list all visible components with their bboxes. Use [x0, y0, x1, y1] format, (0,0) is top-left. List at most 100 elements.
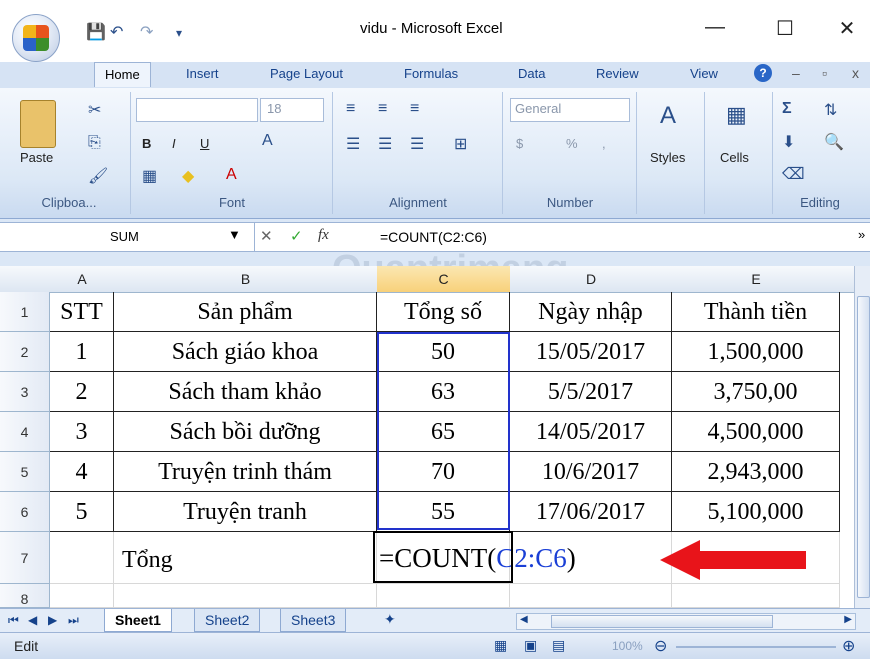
underline-button[interactable]: U: [200, 136, 209, 151]
prev-sheet-icon[interactable]: ◀: [28, 613, 37, 627]
row-header-2[interactable]: 2: [0, 332, 50, 372]
select-all-corner[interactable]: [0, 266, 51, 293]
cell-b7[interactable]: Tổng: [114, 532, 377, 584]
cell-d3[interactable]: 5/5/2017: [510, 372, 672, 412]
cut-icon[interactable]: ✂: [88, 100, 101, 120]
sheet-tab-sheet3[interactable]: Sheet3: [280, 609, 347, 632]
row-header-6[interactable]: 6: [0, 492, 50, 532]
row-header-5[interactable]: 5: [0, 452, 50, 492]
cell-c5[interactable]: 70: [377, 452, 510, 492]
cell-d6[interactable]: 17/06/2017: [510, 492, 672, 532]
tab-review[interactable]: Review: [596, 66, 639, 81]
cell-c6[interactable]: 55: [377, 492, 510, 532]
ribbon-minimize-icon[interactable]: –: [792, 65, 800, 81]
cell-a4[interactable]: 3: [50, 412, 114, 452]
tab-formulas[interactable]: Formulas: [404, 66, 458, 81]
align-center-icon[interactable]: ☰: [378, 134, 392, 154]
percent-button[interactable]: %: [566, 136, 578, 151]
normal-view-icon[interactable]: ▦: [494, 637, 507, 654]
cell-e3[interactable]: 3,750,00: [672, 372, 840, 412]
styles-icon[interactable]: A: [660, 102, 676, 130]
font-size-box[interactable]: 18: [260, 98, 324, 122]
styles-button[interactable]: Styles: [650, 150, 685, 165]
clear-icon[interactable]: ⌫: [782, 164, 805, 184]
tab-home[interactable]: Home: [94, 62, 151, 87]
customize-toolbar-icon[interactable]: ▾: [176, 26, 182, 40]
cell-b3[interactable]: Sách tham khảo: [114, 372, 377, 412]
first-sheet-icon[interactable]: ⏮: [8, 613, 19, 628]
cells-button[interactable]: Cells: [720, 150, 749, 165]
cell-a3[interactable]: 2: [50, 372, 114, 412]
column-header-d[interactable]: D: [510, 266, 673, 293]
cell-b2[interactable]: Sách giáo khoa: [114, 332, 377, 372]
tab-data[interactable]: Data: [518, 66, 545, 81]
column-header-e[interactable]: E: [672, 266, 841, 293]
insert-sheet-icon[interactable]: ✦: [384, 611, 396, 628]
cell-c2[interactable]: 50: [377, 332, 510, 372]
tab-view[interactable]: View: [690, 66, 718, 81]
ribbon-restore-icon[interactable]: ▫: [822, 65, 827, 81]
paste-icon[interactable]: [20, 100, 56, 148]
number-format-box[interactable]: General: [510, 98, 630, 122]
cell-e8[interactable]: [672, 584, 840, 608]
cell-c3[interactable]: 63: [377, 372, 510, 412]
font-name-box[interactable]: [136, 98, 258, 122]
save-icon[interactable]: 💾: [86, 22, 106, 42]
row-header-1[interactable]: 1: [0, 292, 50, 332]
cancel-icon[interactable]: ✕: [260, 227, 273, 245]
minimize-button[interactable]: —: [700, 16, 730, 39]
fill-icon[interactable]: ⬇: [782, 132, 795, 152]
cell-a1[interactable]: STT: [50, 292, 114, 332]
cell-b8[interactable]: [114, 584, 377, 608]
maximize-button[interactable]: ☐: [770, 16, 800, 41]
scroll-left-icon[interactable]: ◀: [520, 614, 528, 625]
cell-a8[interactable]: [50, 584, 114, 608]
cell-c7[interactable]: =COUNT(C2:C6): [377, 532, 576, 584]
align-top-icon[interactable]: ≡: [346, 100, 355, 118]
cell-e6[interactable]: 5,100,000: [672, 492, 840, 532]
cell-c8[interactable]: [377, 584, 510, 608]
sheet-tab-sheet1[interactable]: Sheet1: [104, 609, 172, 632]
currency-button[interactable]: $: [516, 136, 523, 151]
cell-d1[interactable]: Ngày nhập: [510, 292, 672, 332]
name-box-dropdown-icon[interactable]: ▼: [228, 227, 241, 242]
autosum-icon[interactable]: Σ: [782, 100, 792, 118]
align-bottom-icon[interactable]: ≡: [410, 100, 419, 118]
zoom-out-icon[interactable]: ⊖: [654, 636, 667, 656]
page-layout-view-icon[interactable]: ▣: [524, 637, 537, 654]
enter-icon[interactable]: ✓: [290, 227, 303, 245]
align-left-icon[interactable]: ☰: [346, 134, 360, 154]
find-select-icon[interactable]: 🔍: [824, 132, 844, 152]
cell-b4[interactable]: Sách bồi dưỡng: [114, 412, 377, 452]
cell-b1[interactable]: Sản phẩm: [114, 292, 377, 332]
scroll-right-icon[interactable]: ▶: [844, 614, 852, 625]
cell-d4[interactable]: 14/05/2017: [510, 412, 672, 452]
italic-button[interactable]: I: [172, 136, 176, 151]
borders-icon[interactable]: ▦: [142, 166, 157, 186]
grow-font-icon[interactable]: A: [262, 132, 273, 150]
next-sheet-icon[interactable]: ▶: [48, 613, 57, 627]
font-color-icon[interactable]: A: [226, 166, 237, 184]
fill-color-icon[interactable]: ◆: [182, 166, 194, 186]
cell-d5[interactable]: 10/6/2017: [510, 452, 672, 492]
cell-d8[interactable]: [510, 584, 672, 608]
sort-filter-icon[interactable]: ⇅: [824, 100, 837, 120]
bold-button[interactable]: B: [142, 136, 151, 151]
cell-a7[interactable]: [50, 532, 114, 584]
zoom-slider[interactable]: [676, 646, 836, 648]
column-header-b[interactable]: B: [114, 266, 378, 293]
horizontal-scroll-thumb[interactable]: [551, 615, 773, 628]
name-box[interactable]: SUM ▼: [0, 223, 255, 251]
cell-c4[interactable]: 65: [377, 412, 510, 452]
paste-button[interactable]: Paste: [20, 150, 53, 165]
expand-formula-icon[interactable]: »: [858, 227, 865, 242]
cell-d2[interactable]: 15/05/2017: [510, 332, 672, 372]
ribbon-close-icon[interactable]: x: [852, 65, 859, 81]
cell-a2[interactable]: 1: [50, 332, 114, 372]
column-header-a[interactable]: A: [50, 266, 115, 293]
cell-b5[interactable]: Truyện trinh thám: [114, 452, 377, 492]
tab-page-layout[interactable]: Page Layout: [270, 66, 343, 81]
row-header-3[interactable]: 3: [0, 372, 50, 412]
tab-insert[interactable]: Insert: [186, 66, 219, 81]
help-icon[interactable]: ?: [754, 64, 772, 82]
